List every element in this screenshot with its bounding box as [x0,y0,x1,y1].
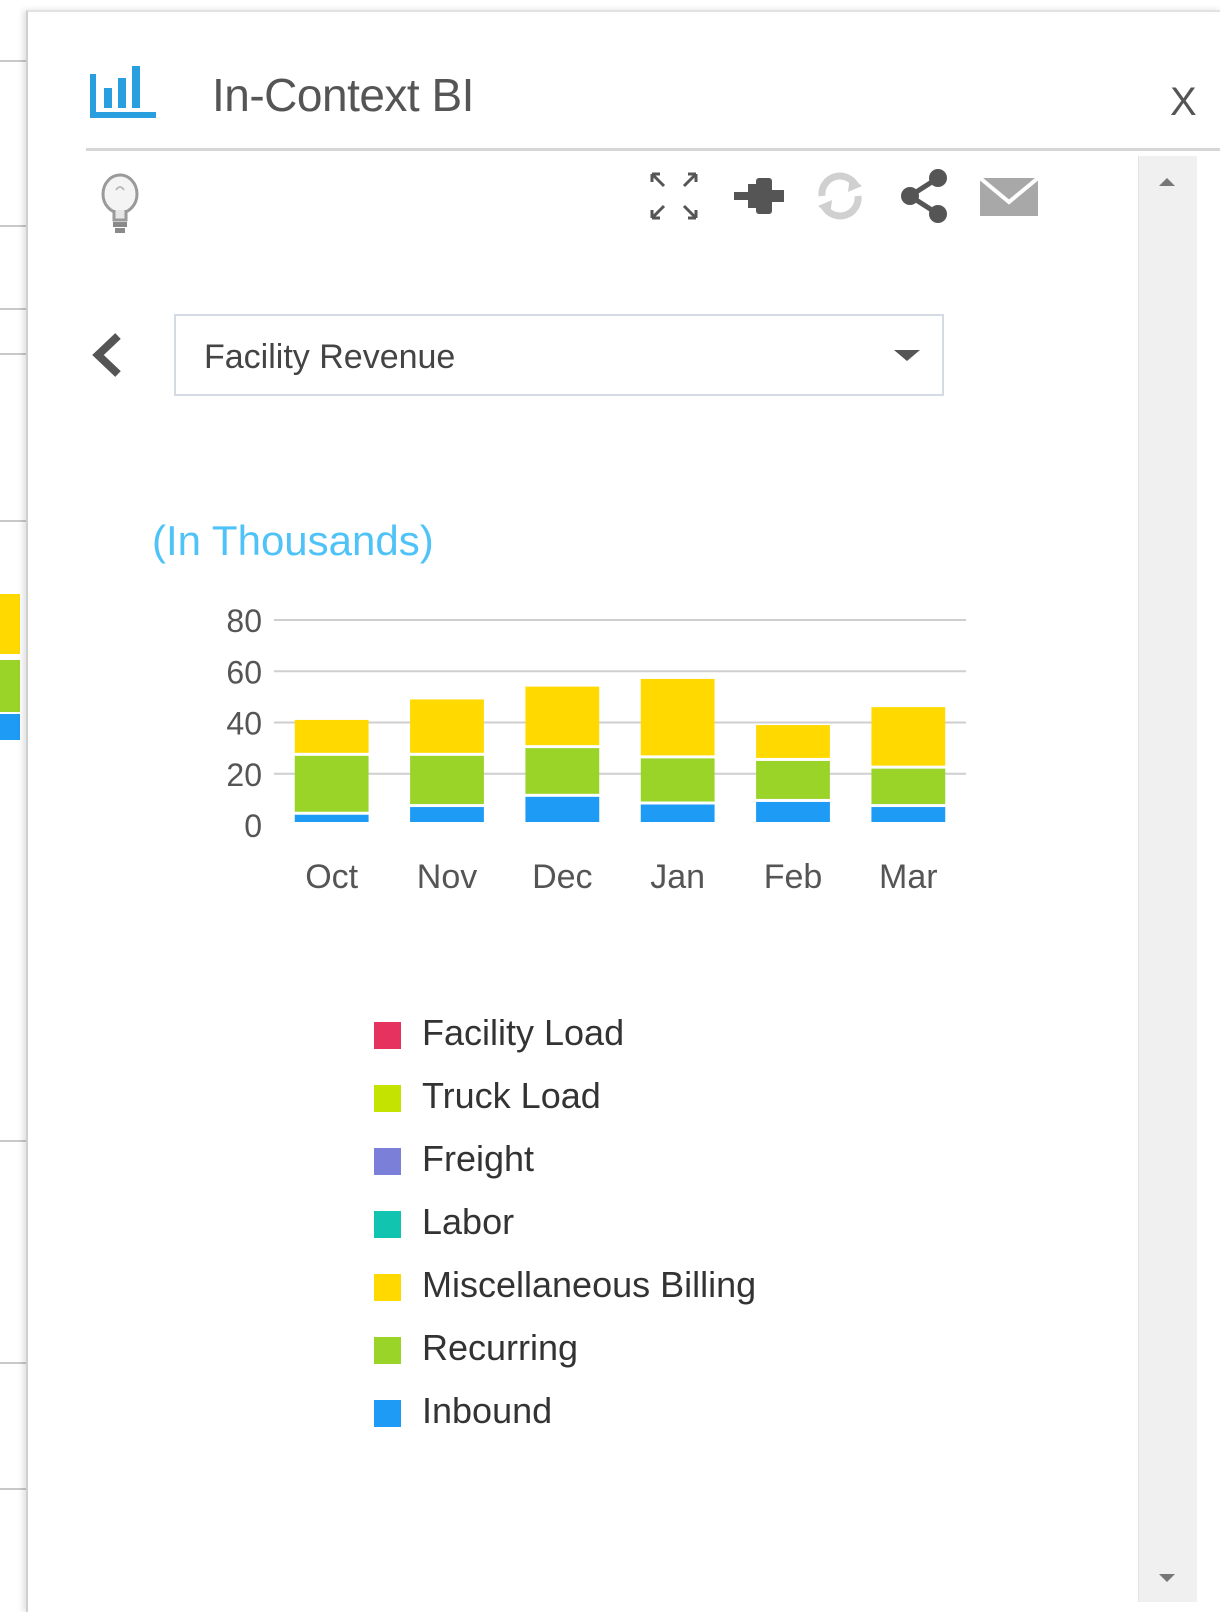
close-button[interactable]: X [1170,82,1197,122]
chevron-down-icon [894,350,920,361]
x-tick-label: Jan [650,858,705,892]
legend-swatch [374,1337,401,1364]
x-tick-label: Nov [417,858,477,892]
scroll-down-arrow-icon[interactable] [1159,1574,1175,1582]
bg-bar-segment [0,660,20,712]
legend-label: Miscellaneous Billing [422,1264,757,1305]
bar-segment-miscellaneous-billing[interactable] [294,719,369,753]
legend-swatch [374,1211,401,1238]
bar-segment-inbound[interactable] [410,807,484,822]
back-chevron-icon[interactable] [88,330,128,380]
legend-swatch [374,1022,401,1049]
bar-chart-icon [90,66,156,118]
bar-segment-inbound[interactable] [294,814,369,822]
panel-header: In-Context BI X [28,12,1220,152]
lightbulb-icon[interactable] [96,170,144,238]
pin-icon[interactable] [730,168,788,224]
bar-segment-recurring[interactable] [756,760,830,799]
bar-segment-recurring[interactable] [525,748,600,794]
legend-label: Freight [422,1138,535,1179]
y-tick-label: 80 [226,603,262,639]
bar-segment-miscellaneous-billing[interactable] [756,725,830,758]
legend-label: Labor [422,1201,515,1242]
y-tick-label: 0 [244,808,262,844]
bar-segment-inbound[interactable] [756,801,830,822]
bar-segment-inbound[interactable] [640,804,715,823]
header-divider [86,148,1220,151]
bar-segment-recurring[interactable] [294,755,369,812]
legend-swatch [374,1400,401,1427]
legend-swatch [374,1148,401,1175]
x-tick-label: Mar [879,858,938,892]
refresh-icon[interactable] [812,168,868,224]
bar-segment-inbound[interactable] [525,796,600,822]
stacked-bar-chart: 80 60 40 20 0 Oct Nov Dec Jan Feb Mar [226,603,966,892]
share-icon[interactable] [898,168,952,224]
legend-label: Facility Load [422,1012,625,1053]
report-toolbar [640,168,1060,228]
email-icon[interactable] [976,168,1042,224]
scroll-up-arrow-icon[interactable] [1159,178,1175,186]
vertical-scrollbar[interactable] [1138,156,1197,1602]
legend-label: Recurring [422,1327,579,1368]
legend-label: Inbound [422,1390,553,1431]
legend-swatch [374,1274,401,1301]
report-selector-value: Facility Revenue [204,338,456,376]
panel-title: In-Context BI [212,69,474,121]
bar-segment-inbound[interactable] [871,807,946,822]
chart-unit-label: (In Thousands) [152,517,434,564]
legend-label: Truck Load [422,1075,601,1116]
bg-bar-segment [0,594,20,654]
legend-swatch [374,1085,401,1112]
in-context-bi-panel: In-Context BI X Facility Revenue (In Tho… [26,10,1220,1612]
bar-segment-miscellaneous-billing[interactable] [871,707,946,766]
y-tick-label: 40 [226,706,262,742]
y-tick-label: 60 [226,654,262,690]
bar-segment-recurring[interactable] [410,755,484,805]
bar-segment-recurring[interactable] [871,768,946,805]
bg-bar-segment [0,714,20,740]
x-tick-label: Dec [532,858,592,892]
x-tick-label: Feb [764,858,823,892]
bar-segment-recurring[interactable] [640,758,715,802]
bar-segment-miscellaneous-billing[interactable] [525,686,600,746]
expand-icon[interactable] [648,168,700,224]
x-tick-label: Oct [305,858,358,892]
report-selector-dropdown[interactable]: Facility Revenue [174,314,944,396]
bar-segment-miscellaneous-billing[interactable] [410,699,484,753]
y-tick-label: 20 [226,757,262,793]
bar-segment-miscellaneous-billing[interactable] [640,678,715,756]
